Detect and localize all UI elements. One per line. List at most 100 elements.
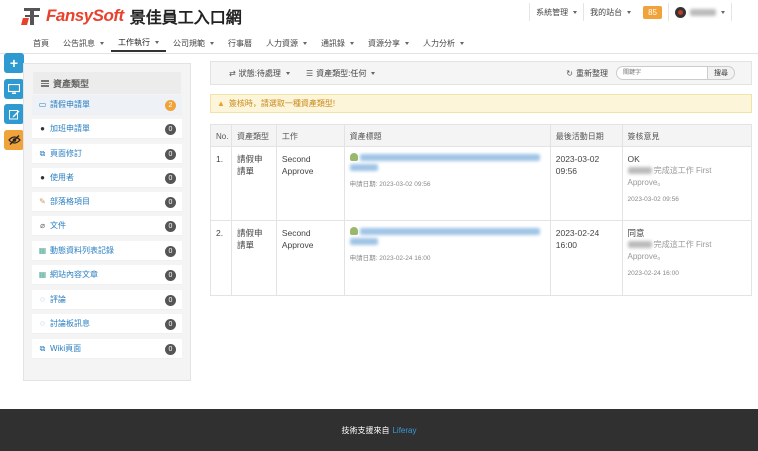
monitor-icon xyxy=(8,83,20,94)
nav-hr-analysis[interactable]: 人力分析 xyxy=(416,34,471,52)
opinion-date: 2023-03-02 09:56 xyxy=(627,196,679,203)
cell-task[interactable]: Second Approve xyxy=(277,147,345,220)
sidebar-item-overtime-request[interactable]: ● 加班申請單 0 xyxy=(32,119,182,139)
drop-icon: ● xyxy=(40,124,45,133)
count-badge: 0 xyxy=(165,246,176,257)
refresh-icon: ↻ xyxy=(566,68,573,78)
cell-asset-type: 請假申請單 xyxy=(232,147,277,220)
asset-type-filter-dropdown[interactable]: ☰ 資產類型:任何 xyxy=(298,68,383,79)
chevron-down-icon xyxy=(371,71,376,75)
user-name-blurred xyxy=(690,8,716,16)
opinion-date: 2023-02-24 16:00 xyxy=(627,270,679,277)
sidebar-item-page-revision[interactable]: ⧉ 頁面修訂 0 xyxy=(32,144,182,164)
sidebar-item-users[interactable]: ● 使用者 0 xyxy=(32,168,182,188)
count-badge: 0 xyxy=(165,270,176,281)
search-button[interactable]: 搜尋 xyxy=(708,66,735,80)
toggle-controls-button[interactable] xyxy=(4,130,24,150)
chevron-down-icon xyxy=(303,41,307,45)
count-badge: 0 xyxy=(165,295,176,306)
count-badge: 0 xyxy=(165,173,176,184)
nav-divider xyxy=(0,53,758,54)
sidebar-item-leave-request[interactable]: ▭ 請假申請單 2 xyxy=(32,95,182,115)
count-badge: 0 xyxy=(165,344,176,355)
nav-resource-sharing[interactable]: 資源分享 xyxy=(361,34,416,52)
avatar xyxy=(675,6,686,18)
count-badge: 0 xyxy=(165,197,176,208)
approver-name-blurred xyxy=(627,167,652,175)
approver-name-blurred xyxy=(627,241,652,249)
search-group: ↻ 重新整理 搜尋 xyxy=(558,66,735,80)
logo[interactable]: FansySoft 景佳員工入口網 xyxy=(21,5,242,27)
plus-icon: + xyxy=(9,55,19,71)
paperclip-icon: ⌀ xyxy=(40,221,45,230)
nav-company-rules[interactable]: 公司規範 xyxy=(166,34,221,52)
preview-button[interactable] xyxy=(4,79,24,99)
col-header-task[interactable]: 工作 xyxy=(277,125,345,146)
cell-task[interactable]: Second Approve xyxy=(277,221,345,295)
chevron-down-icon xyxy=(721,10,725,14)
add-button[interactable]: + xyxy=(4,53,24,73)
cell-asset-title[interactable]: 申請日期: 2023-02-24 16:00 xyxy=(345,221,551,295)
list-icon xyxy=(41,79,49,87)
col-header-no[interactable]: No. xyxy=(211,125,232,146)
opinion-text: 同意 xyxy=(627,228,645,238)
portal-title: 景佳員工入口網 xyxy=(129,8,242,27)
asset-title-link-blurred[interactable] xyxy=(359,153,540,161)
sidebar-item-message-boards[interactable]: ◌ 討論板訊息 0 xyxy=(32,314,182,334)
sidebar-item-wiki-pages[interactable]: ⧉ Wiki頁面 0 xyxy=(32,339,182,359)
list-icon: ☰ xyxy=(305,68,314,78)
my-sites-menu[interactable]: 我的站台 xyxy=(583,3,637,21)
comments-icon: ◌ xyxy=(40,319,45,328)
asset-title-link-blurred[interactable] xyxy=(359,227,540,235)
applied-date: 申請日期: 2023-02-24 16:00 xyxy=(349,255,431,262)
nav-home[interactable]: 首頁 xyxy=(26,34,56,52)
footer: 技術支援來自 Liferay xyxy=(0,409,758,451)
edit-icon xyxy=(8,109,19,119)
sidebar-item-documents[interactable]: ⌀ 文件 0 xyxy=(32,216,182,236)
table-row[interactable]: 2. 請假申請單 Second Approve 申請日期: 2023-02-24… xyxy=(211,221,751,295)
nav-announcements[interactable]: 公告訊息 xyxy=(56,34,111,52)
chevron-down-icon xyxy=(210,41,214,45)
notification-badge[interactable]: 85 xyxy=(643,5,662,19)
asset-title-link-blurred-2 xyxy=(349,238,378,245)
cell-approval-opinion: 同意 完成這工作 First Approve。 2023-02-24 16:00 xyxy=(623,221,752,295)
table-row[interactable]: 1. 請假申請單 Second Approve 申請日期: 2023-03-02… xyxy=(211,147,751,221)
asset-title-link-blurred-2 xyxy=(349,164,378,171)
user-icon: ● xyxy=(40,173,45,182)
count-badge: 0 xyxy=(165,149,176,160)
col-header-asset-type[interactable]: 資產類型 xyxy=(232,125,277,146)
nav-directory[interactable]: 通訊錄 xyxy=(314,34,361,52)
refresh-button[interactable]: ↻ 重新整理 xyxy=(558,68,616,79)
col-header-asset-title[interactable]: 資產標題 xyxy=(345,125,551,146)
top-right-menu: 系統管理 我的站台 85 xyxy=(529,3,732,21)
filter-toolbar: ⇄ 狀態:待處理 ☰ 資產類型:任何 ↻ 重新整理 搜尋 xyxy=(210,61,752,85)
chevron-down-icon xyxy=(285,71,290,75)
copy-icon: ⧉ xyxy=(39,343,46,353)
sidebar-item-web-content[interactable]: ▦ 網站內容文章 0 xyxy=(32,265,182,285)
opinion-text: OK xyxy=(627,154,640,164)
warning-alert: ▲ 簽核時，請選取一種資產類型! xyxy=(210,94,752,113)
user-menu[interactable] xyxy=(668,3,732,21)
edit-button[interactable] xyxy=(4,104,24,124)
nav-hr[interactable]: 人力資源 xyxy=(259,34,314,52)
liferay-link[interactable]: Liferay xyxy=(392,426,416,435)
user-icon xyxy=(349,227,358,235)
sidebar-item-blog-entries[interactable]: ✎ 部落格項目 0 xyxy=(32,192,182,212)
cell-asset-title[interactable]: 申請日期: 2023-03-02 09:56 xyxy=(345,147,551,220)
nav-calendar[interactable]: 行事曆 xyxy=(221,34,259,52)
cell-no: 2. xyxy=(211,221,232,295)
col-header-approval-opinion[interactable]: 簽核意見 xyxy=(623,125,751,146)
tasks-table: No. 資產類型 工作 資產標題 最後活動日期 簽核意見 1. 請假申請單 Se… xyxy=(210,124,752,296)
sidebar-item-ddl-records[interactable]: ▦ 動態資料列表記錄 0 xyxy=(32,241,182,261)
search-input[interactable] xyxy=(616,66,708,80)
count-badge: 2 xyxy=(165,100,176,111)
system-admin-menu[interactable]: 系統管理 xyxy=(529,3,583,21)
nav-work-execution[interactable]: 工作執行 xyxy=(111,34,166,52)
col-header-last-activity[interactable]: 最後活動日期 xyxy=(551,125,623,146)
status-filter-dropdown[interactable]: ⇄ 狀態:待處理 xyxy=(221,68,298,79)
table-icon: ▦ xyxy=(38,246,47,255)
sidebar-item-comments[interactable]: ◌ 評論 0 xyxy=(32,290,182,310)
cell-no: 1. xyxy=(211,147,232,220)
footer-text: 技術支援來自 xyxy=(341,425,390,435)
warning-icon: ▲ xyxy=(217,99,225,108)
